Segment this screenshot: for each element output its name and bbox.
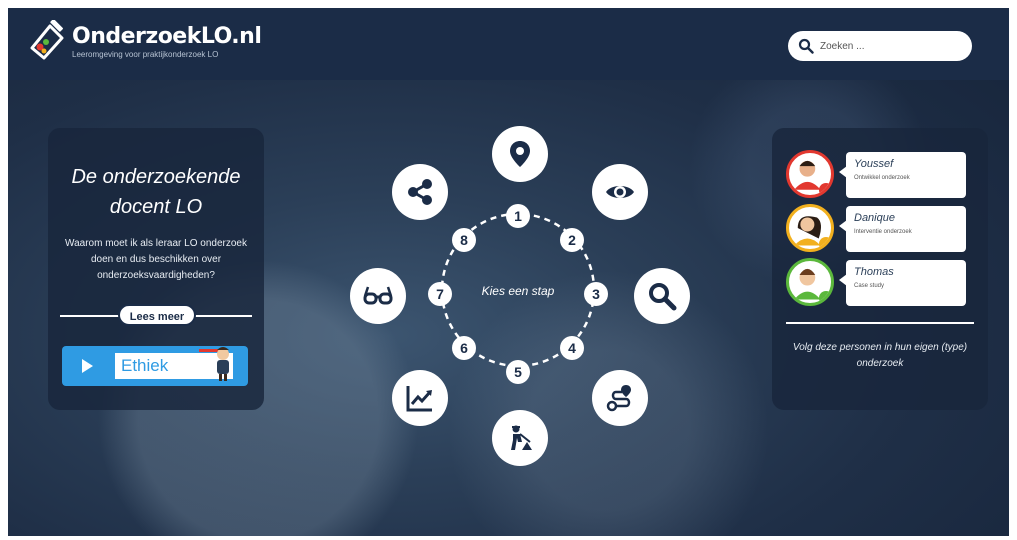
step-4[interactable]: 4 bbox=[560, 336, 584, 360]
step-2[interactable]: 2 bbox=[560, 228, 584, 252]
person-card-youssef[interactable]: Youssef Ontwikkel onderzoek bbox=[786, 150, 972, 200]
read-more-button[interactable]: Lees meer bbox=[118, 304, 196, 326]
intro-title: De onderzoekende docent LO bbox=[48, 162, 264, 222]
video-label: Ethiek bbox=[121, 356, 169, 375]
search-box[interactable] bbox=[788, 31, 972, 61]
step-8-button[interactable] bbox=[392, 164, 448, 220]
search-icon bbox=[649, 283, 677, 311]
share-icon bbox=[408, 179, 432, 205]
person-role: Interventie onderzoek bbox=[854, 229, 912, 235]
avatar bbox=[786, 258, 834, 306]
people-panel: Youssef Ontwikkel onderzoek Danique Inte… bbox=[772, 128, 988, 410]
logo-title: OnderzoekLO.nl bbox=[72, 23, 262, 49]
search-input[interactable] bbox=[820, 40, 960, 52]
people-footer-text: Volg deze personen in hun eigen (type) o… bbox=[792, 342, 968, 369]
ethiek-video-button[interactable]: Ethiek bbox=[62, 346, 248, 386]
intro-body: Waarom moet ik als leraar LO onderzoek d… bbox=[65, 238, 247, 281]
person-role: Case study bbox=[854, 283, 885, 289]
logo-tagline: Leeromgeving voor praktijkonderzoek LO bbox=[72, 49, 219, 59]
person-card-danique[interactable]: Danique Interventie onderzoek bbox=[786, 204, 972, 254]
step-8[interactable]: 8 bbox=[452, 228, 476, 252]
site-logo[interactable]: OnderzoekLO.nl Leeromgeving voor praktij… bbox=[24, 20, 262, 64]
avatar bbox=[786, 150, 834, 198]
search-icon bbox=[798, 38, 814, 54]
person-name: Thomas bbox=[854, 266, 894, 278]
center-label: Kies een stap bbox=[481, 284, 555, 298]
intro-panel: De onderzoekende docent LO Waarom moet i… bbox=[48, 128, 264, 410]
step-7[interactable]: 7 bbox=[428, 282, 452, 306]
step-7-button[interactable] bbox=[350, 268, 406, 324]
intro-title-line2: docent LO bbox=[109, 196, 203, 218]
play-badge-icon bbox=[819, 291, 831, 303]
step-6[interactable]: 6 bbox=[452, 336, 476, 360]
step-1-button[interactable] bbox=[492, 126, 548, 182]
person-name: Danique bbox=[854, 212, 895, 224]
step-3[interactable]: 3 bbox=[584, 282, 608, 306]
step-wheel: Kies een stap 1 2 3 4 5 6 7 8 bbox=[338, 118, 718, 478]
person-name: Youssef bbox=[854, 158, 894, 170]
play-icon bbox=[82, 359, 93, 373]
step-3-button[interactable] bbox=[634, 268, 690, 324]
step-1[interactable]: 1 bbox=[506, 204, 530, 228]
person-bubble: Danique Interventie onderzoek bbox=[839, 206, 966, 252]
teacher-figure-icon bbox=[199, 347, 229, 381]
trend-chart-icon bbox=[406, 386, 432, 412]
construction-worker-icon bbox=[511, 425, 532, 450]
person-bubble: Thomas Case study bbox=[839, 260, 966, 306]
route-icon bbox=[606, 385, 631, 412]
step-5-button[interactable] bbox=[492, 410, 548, 466]
person-card-thomas[interactable]: Thomas Case study bbox=[786, 258, 972, 308]
intro-title-line1: De onderzoekende bbox=[71, 166, 241, 188]
eye-icon bbox=[606, 186, 634, 198]
person-bubble: Youssef Ontwikkel onderzoek bbox=[839, 152, 966, 198]
person-role: Ontwikkel onderzoek bbox=[854, 175, 910, 181]
step-6-button[interactable] bbox=[392, 370, 448, 426]
step-4-button[interactable] bbox=[592, 370, 648, 426]
play-badge-icon bbox=[819, 183, 831, 195]
flask-logo-icon bbox=[30, 20, 64, 60]
divider-line bbox=[786, 322, 974, 324]
avatar bbox=[786, 204, 834, 252]
glasses-icon bbox=[363, 286, 393, 305]
play-badge-icon bbox=[819, 237, 831, 249]
header-bar: OnderzoekLO.nl Leeromgeving voor praktij… bbox=[8, 8, 1009, 80]
step-2-button[interactable] bbox=[592, 164, 648, 220]
step-5[interactable]: 5 bbox=[506, 360, 530, 384]
page-frame: OnderzoekLO.nl Leeromgeving voor praktij… bbox=[8, 8, 1009, 536]
video-label-box: Ethiek bbox=[115, 347, 233, 381]
location-pin-icon bbox=[510, 141, 530, 167]
read-more-row: Lees meer bbox=[60, 304, 252, 326]
